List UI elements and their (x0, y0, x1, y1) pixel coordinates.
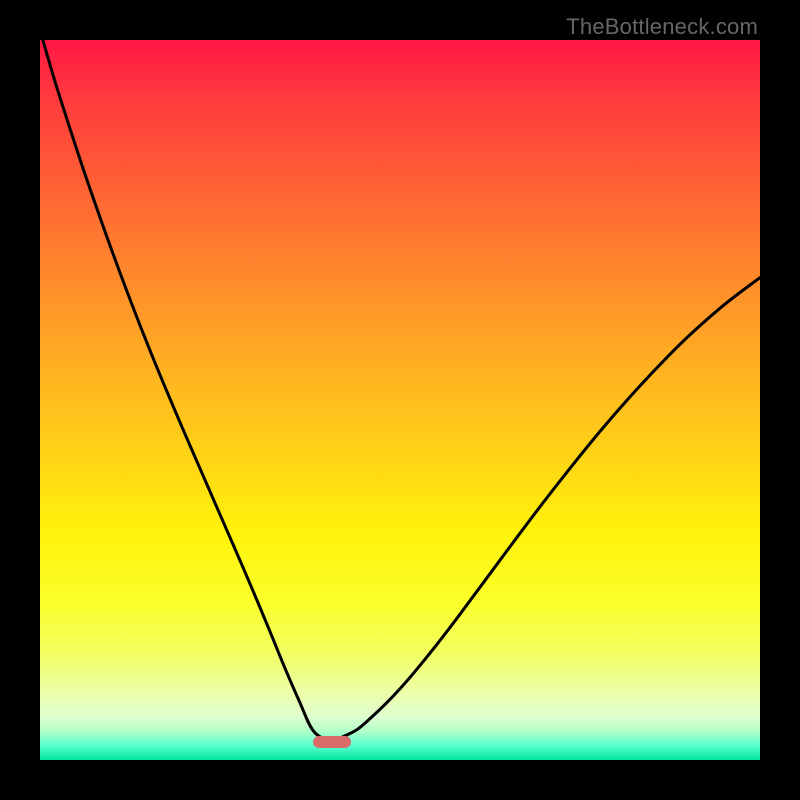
curve-layer (40, 40, 760, 760)
watermark-text: TheBottleneck.com (566, 14, 758, 40)
left-curve (43, 40, 332, 742)
right-curve (332, 278, 760, 742)
notch-marker (313, 736, 351, 748)
plot-area (40, 40, 760, 760)
chart-frame: TheBottleneck.com (0, 0, 800, 800)
